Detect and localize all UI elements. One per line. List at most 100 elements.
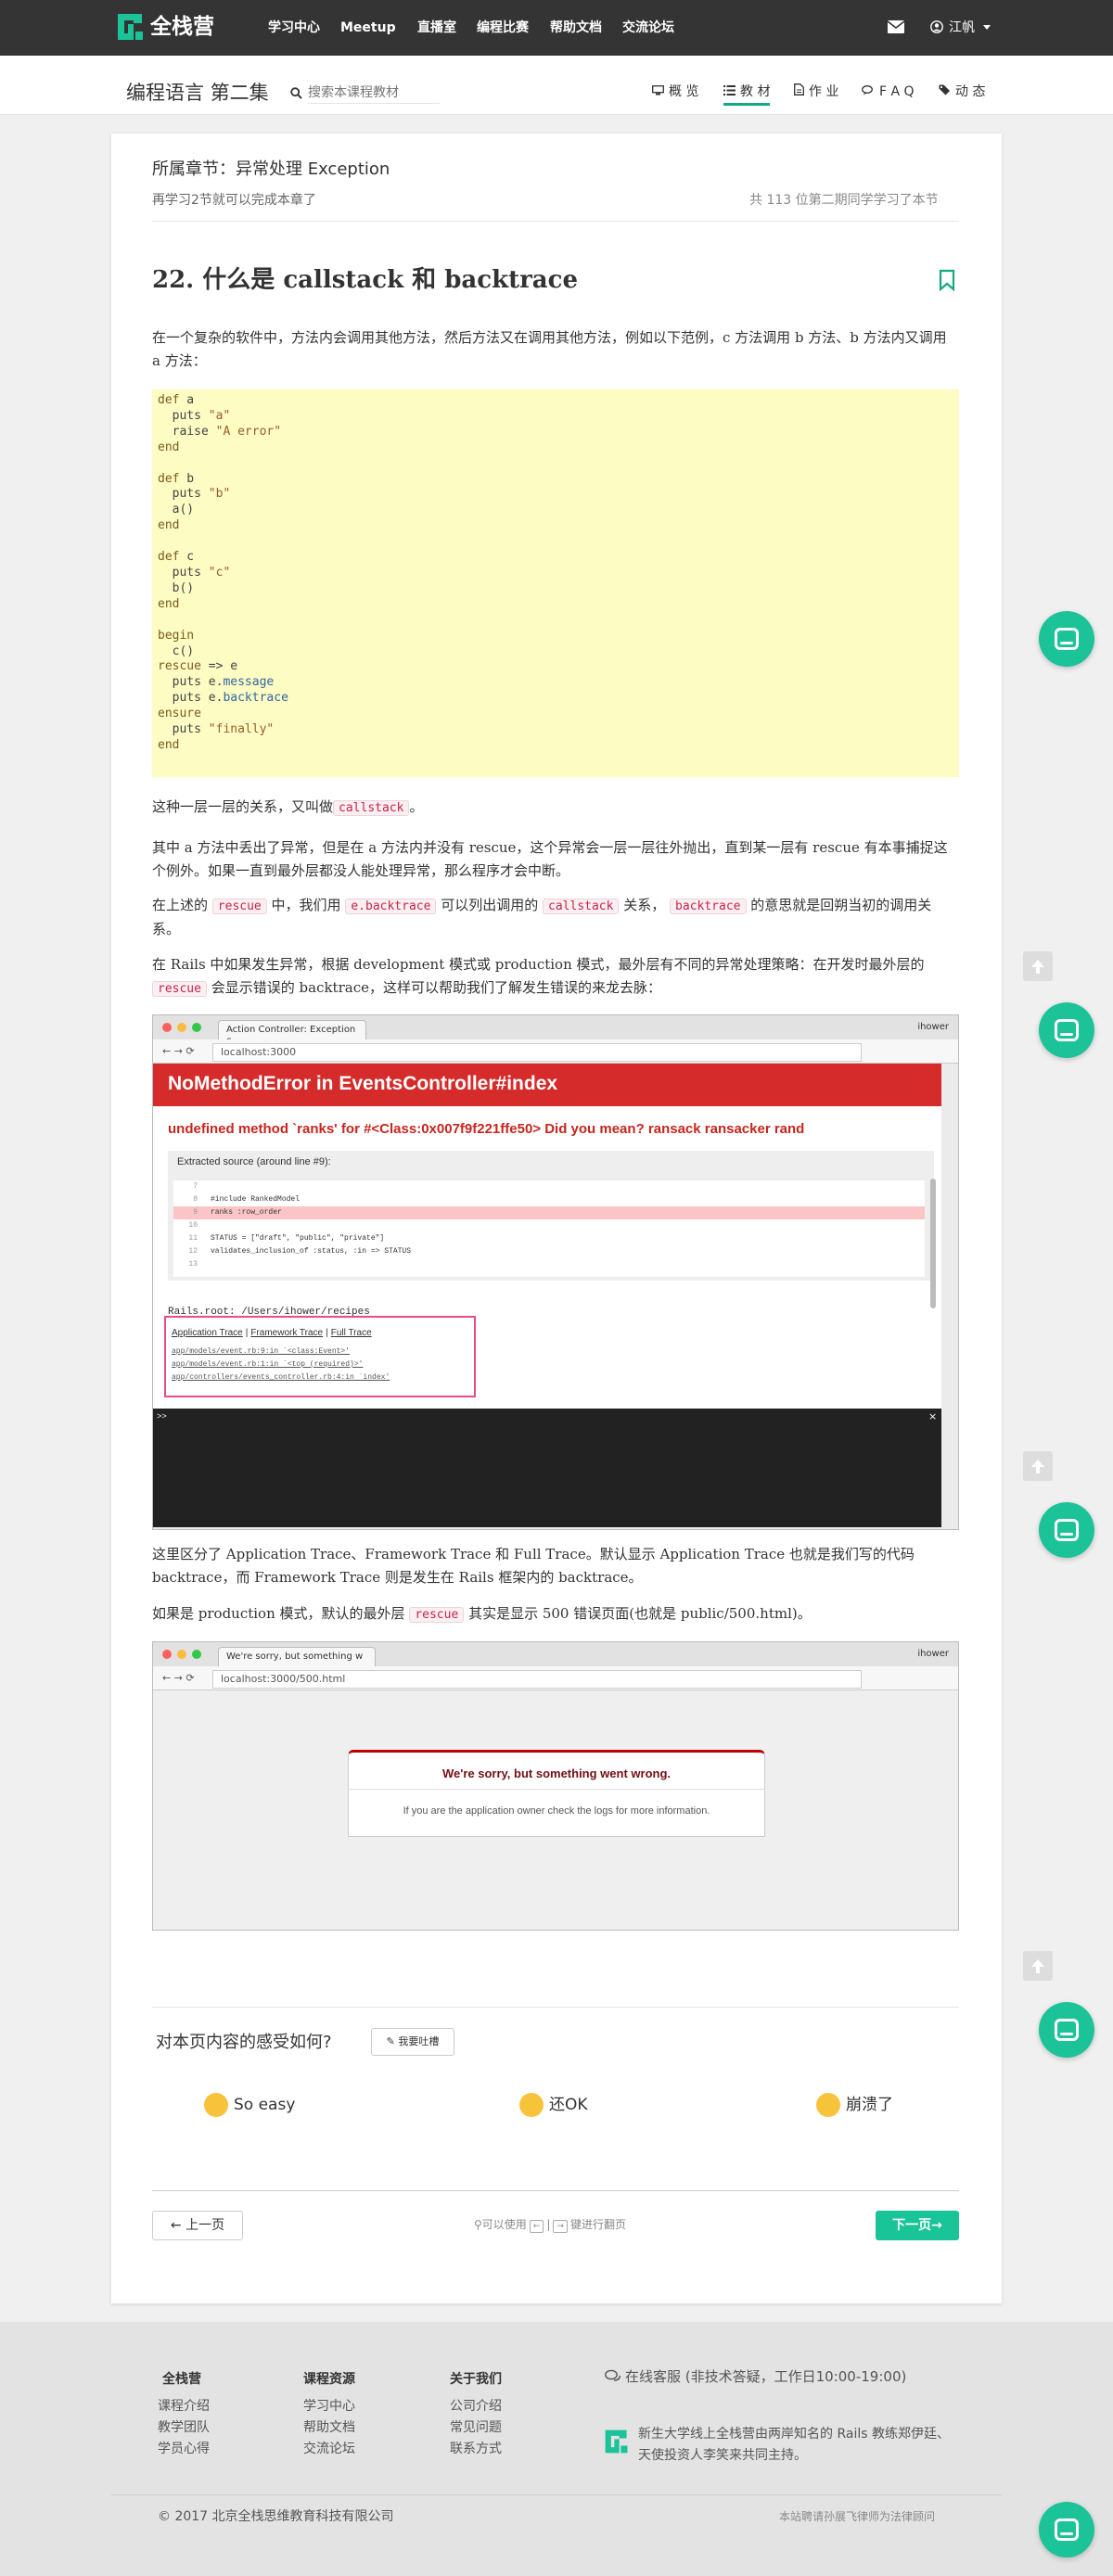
chat-icon [1055,2519,1079,2541]
chat-button[interactable] [1039,2502,1094,2557]
footer-link[interactable]: 课程介绍 [158,2397,210,2416]
nav-live-room[interactable]: 直播室 [417,19,456,37]
tags-icon [939,84,950,96]
back-to-top-button[interactable] [1023,1451,1053,1481]
user-menu[interactable]: 江帆 [949,19,975,37]
line-number: 7 [193,1182,198,1191]
paragraph-traces: 这里区分了 Application Trace、Framework Trace … [152,1546,915,1586]
pencil-icon: ✎ [386,2035,399,2047]
tab-materials[interactable]: 教 材 [723,82,771,106]
nav-help-docs[interactable]: 帮助文档 [550,19,602,37]
nav-forum[interactable]: 交流论坛 [622,19,674,37]
course-title[interactable]: 编程语言 第二集 [126,80,269,106]
tab-homework[interactable]: 作 业 [794,82,838,106]
reaction-ok[interactable]: 还OK [519,2093,588,2117]
dev-error-screenshot: Action Controller: Exception c ihower ← … [152,1014,959,1530]
lesson-title: 22. 什么是 callstack 和 backtrace [152,266,579,294]
logo-icon[interactable] [115,11,147,43]
p4-a: 在 Rails 中如果发生异常，根据 development 模式或 produ… [152,956,925,973]
trace-tab[interactable]: Full Trace [331,1328,372,1338]
footer-link[interactable]: 学员心得 [158,2440,210,2458]
back-to-top-button[interactable] [1023,951,1053,981]
chat-icon [1055,2019,1079,2041]
maximize-dot [192,1650,201,1659]
trace-tab-separator: | [326,1328,328,1338]
inline-code: backtrace [670,899,747,914]
header-divider [152,221,959,222]
complaint-button[interactable]: ✎ 我要吐槽 [371,2028,454,2056]
reaction-label: So easy [234,2096,296,2114]
line-code: validates_inclusion_of :status, :in => S… [211,1247,412,1256]
trace-tab-separator: | [245,1328,249,1338]
tab-overview[interactable]: 概 览 [652,82,698,106]
mail-icon[interactable] [888,20,904,33]
trace-lines: app/models/event.rb:9:in `<class:Event>'… [172,1345,390,1384]
scrollbar[interactable] [930,1179,936,1308]
chapter-name[interactable]: 所属章节：异常处理 Exception [152,158,390,182]
nav-contest[interactable]: 编程比赛 [477,19,529,37]
chevron-down-icon[interactable] [983,25,991,30]
footer-link[interactable]: 常见问题 [450,2418,502,2437]
browser-user: ihower [917,1022,949,1032]
brand-name[interactable]: 全栈营 [150,13,214,41]
tab-activity-label: 动 态 [955,84,986,99]
reaction-easy[interactable]: So easy [204,2093,295,2117]
inline-code: rescue [211,899,267,914]
reaction-broken[interactable]: 崩溃了 [816,2093,893,2117]
p3-c: 可以列出调用的 [441,897,539,913]
footer-col-title: 课程资源 [303,2372,355,2387]
hint-b: 键进行翻页 [569,2218,626,2231]
prev-page-button[interactable]: ← 上一页 [152,2211,243,2240]
line-code: #include RankedModel [211,1195,301,1204]
tab-faq[interactable]: F A Q [862,82,915,106]
comments-icon [605,2369,621,2381]
chat-button[interactable] [1039,2002,1094,2058]
course-search-input[interactable] [308,82,440,104]
user-icon[interactable] [930,20,943,33]
map-marker-icon: ⚲ [474,2218,482,2231]
p3-b: 中，我们用 [271,897,341,913]
p1-text: 这种一层一层的关系，又叫做 [152,798,334,815]
footer-link[interactable]: 教学团队 [158,2418,210,2437]
trace-line[interactable]: app/controllers/events_controller.rb:4:i… [172,1371,390,1384]
customer-service[interactable]: 在线客服 (非技术答疑，工作日10:00-19:00) [625,2366,906,2387]
footer-link[interactable]: 公司介绍 [450,2397,502,2416]
source-line: 8 #include RankedModel [173,1193,925,1206]
footer-link[interactable]: 学习中心 [303,2397,355,2416]
browser-tab: We're sorry, but something w [218,1647,376,1666]
neutral-emoji-icon [519,2093,544,2117]
next-page-button[interactable]: 下一页→ [876,2211,959,2240]
paragraph-callstack: 这种一层一层的关系，又叫做 callstack。 [152,796,959,820]
console-panel [153,1409,941,1527]
footer-about: 新生大学线上全栈营由两岸知名的 Rails 教练郑伊廷、天使投资人李笑来共同主持… [638,2427,950,2463]
trace-tab[interactable]: Framework Trace [250,1328,323,1338]
trace-tab[interactable]: Application Trace [172,1328,243,1338]
file-icon [794,83,804,96]
logo-icon [605,2429,628,2454]
chat-button[interactable] [1039,1002,1094,1058]
tab-overview-label: 概 览 [669,84,699,99]
back-to-top-button[interactable] [1023,1951,1053,1981]
footer-link[interactable]: 交流论坛 [303,2440,355,2458]
footer-link[interactable]: 帮助文档 [303,2418,355,2437]
browser-user: ihower [917,1649,949,1659]
nav-learning-center[interactable]: 学习中心 [268,19,320,37]
comments-icon [862,85,873,96]
footer-link[interactable]: 联系方式 [450,2440,502,2458]
source-line: 7 [173,1180,925,1193]
source-lines: 7 8 #include RankedModel 9 ranks :row_order 1… [173,1180,925,1277]
trace-line[interactable]: app/models/event.rb:9:in `<class:Event>' [172,1345,390,1358]
nav-meetup[interactable]: Meetup [340,19,396,37]
minimize-dot [177,1023,186,1032]
chat-button[interactable] [1039,611,1094,667]
inline-code: rescue [152,981,207,997]
bookmark-icon[interactable] [939,269,955,291]
dialog-divider [348,1789,765,1790]
source-line: 11 STATUS = ["draft", "public", "private"… [173,1232,925,1245]
paging-hint: ⚲可以使用 ← | → 键进行翻页 [474,2218,626,2233]
line-number: 12 [188,1247,198,1256]
chat-button[interactable] [1039,1502,1094,1558]
paragraph-rescue: 其中 a 方法中丢出了异常，但是在 a 方法内并没有 rescue，这个异常会一… [152,839,948,879]
tab-activity[interactable]: 动 态 [939,82,985,106]
trace-line[interactable]: app/models/event.rb:1:in `<top (required… [172,1358,390,1371]
